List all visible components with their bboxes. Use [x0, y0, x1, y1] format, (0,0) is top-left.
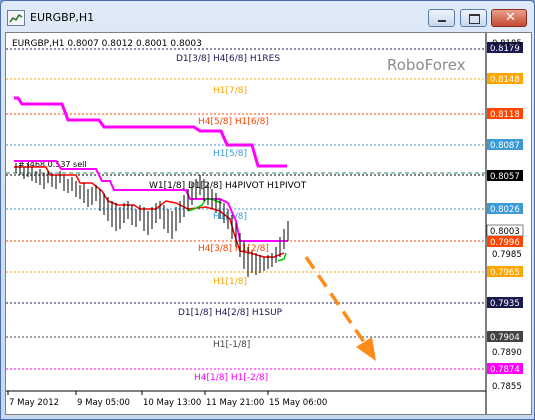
level-label-7-8: H1[7/8]	[213, 86, 247, 96]
close-button[interactable]: ✕	[491, 9, 527, 27]
time-label: 9 May 05:00	[77, 398, 130, 408]
maximize-button[interactable]	[460, 9, 487, 27]
price-chart[interactable]: EURGBP,H1 0.8007 0.8012 0.8001 0.8003 Ro…	[6, 33, 531, 414]
price-tag-6-8: 0.8118	[490, 110, 520, 120]
chart-area[interactable]: EURGBP,H1 0.8007 0.8012 0.8001 0.8003 Ro…	[5, 32, 532, 415]
price-tick-label: 0.7985	[492, 250, 522, 260]
price-tick-label: 0.8185	[492, 39, 522, 49]
level-label-sup: D1[1/8] H4[2/8] H1SUP	[178, 308, 283, 318]
level-label-6-8: H4[5/8] H1[6/8]	[198, 117, 269, 127]
price-tag-3-8: 0.8026	[490, 205, 520, 215]
level-label-5-8: H1[5/8]	[213, 149, 247, 159]
time-label: 15 May 06:00	[269, 398, 327, 408]
time-label: 7 May 2012	[9, 398, 59, 408]
price-tag-minus-2-8: 0.7874	[490, 365, 520, 375]
minimize-icon	[438, 20, 446, 22]
price-tag-2-8: 0.7996	[490, 238, 520, 248]
window-title: EURGBP,H1	[30, 11, 95, 24]
time-label: 10 May 13:00	[143, 398, 201, 408]
close-icon: ✕	[505, 10, 516, 25]
title-bar[interactable]: EURGBP,H1 ✕	[1, 1, 534, 31]
price-tick-label: 0.7855	[492, 382, 522, 392]
chart-window-icon	[7, 10, 25, 26]
price-tag-current: 0.8003	[490, 227, 520, 237]
chart-window: EURGBP,H1 ✕ EURGBP,H1 0.8007 0.8012 0.80…	[0, 0, 535, 420]
maximize-icon	[469, 14, 480, 24]
price-tag-7-8: 0.8148	[490, 75, 520, 85]
price-tag-1-8: 0.7965	[490, 268, 520, 278]
symbol-info: EURGBP,H1 0.8007 0.8012 0.8001 0.8003	[12, 39, 202, 49]
price-tag-minus-1-8: 0.7904	[490, 333, 520, 343]
minimize-button[interactable]	[428, 9, 455, 27]
watermark-text: RoboForex	[387, 56, 466, 74]
time-label: 11 May 21:00	[206, 398, 264, 408]
price-tag-sup: 0.7935	[490, 299, 520, 309]
price-tags: 0.8179 0.8148 0.8118 0.8087 0.8057 0.802…	[486, 42, 524, 375]
level-label-res: D1[3/8] H4[6/8] H1RES	[176, 54, 280, 64]
forecast-arrow	[304, 256, 376, 361]
price-tick-label: 0.7890	[492, 348, 522, 358]
level-label-1-8: H1[1/8]	[213, 277, 247, 287]
price-tag-5-8: 0.8087	[490, 141, 520, 151]
murrey-levels	[6, 48, 486, 370]
level-label-minus-2-8: H4[1/8] H1[-2/8]	[194, 373, 268, 383]
price-tag-pivot: 0.8057	[490, 172, 520, 182]
level-label-2-8: H4[3/8] H1[2/8]	[198, 244, 269, 254]
level-label-minus-1-8: H1[-1/8]	[213, 340, 250, 350]
green-indicator-line	[187, 198, 223, 212]
time-axis: 7 May 2012 9 May 05:00 10 May 13:00 11 M…	[7, 391, 327, 408]
